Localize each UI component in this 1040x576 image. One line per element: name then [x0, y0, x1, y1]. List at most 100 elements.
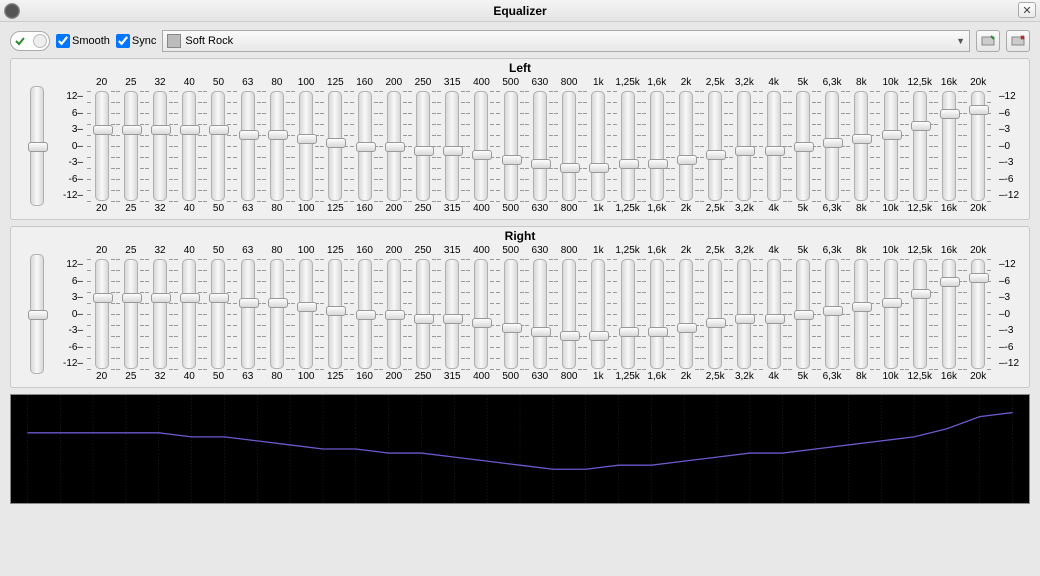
band-slider-right-80[interactable] — [270, 259, 284, 369]
band-label-top: 4k — [768, 245, 779, 257]
band-slider-right-800[interactable] — [562, 259, 576, 369]
band-slider-left-250[interactable] — [416, 91, 430, 201]
band-slider-right-2,5k[interactable] — [708, 259, 722, 369]
preset-dropdown[interactable]: Soft Rock ▼ — [162, 30, 970, 52]
band-slider-left-200[interactable] — [387, 91, 401, 201]
band-slider-right-25[interactable] — [124, 259, 138, 369]
band-label-bottom: 16k — [941, 371, 957, 383]
band-label-top: 20k — [970, 245, 986, 257]
band-slider-left-12,5k[interactable] — [913, 91, 927, 201]
band-right-125: 125125 — [321, 245, 350, 383]
band-slider-right-2k[interactable] — [679, 259, 693, 369]
master-gain-slider-right[interactable] — [30, 254, 44, 374]
band-slider-right-1k[interactable] — [591, 259, 605, 369]
band-slider-left-16k[interactable] — [942, 91, 956, 201]
band-slider-right-8k[interactable] — [854, 259, 868, 369]
band-label-top: 500 — [502, 245, 519, 257]
titlebar: Equalizer ✕ — [0, 0, 1040, 22]
band-slider-right-4k[interactable] — [767, 259, 781, 369]
band-slider-left-20k[interactable] — [971, 91, 985, 201]
band-slider-left-6,3k[interactable] — [825, 91, 839, 201]
band-slider-left-125[interactable] — [328, 91, 342, 201]
band-label-bottom: 16k — [941, 203, 957, 215]
band-label-top: 80 — [271, 245, 282, 257]
band-label-top: 630 — [532, 245, 549, 257]
smooth-label: Smooth — [72, 35, 110, 47]
band-slider-right-100[interactable] — [299, 259, 313, 369]
band-slider-left-8k[interactable] — [854, 91, 868, 201]
band-slider-right-3,2k[interactable] — [737, 259, 751, 369]
band-slider-right-5k[interactable] — [796, 259, 810, 369]
band-right-25: 2525 — [116, 245, 145, 383]
band-slider-left-800[interactable] — [562, 91, 576, 201]
band-label-top: 500 — [502, 77, 519, 89]
band-label-bottom: 5k — [798, 371, 809, 383]
band-slider-left-40[interactable] — [182, 91, 196, 201]
band-slider-right-63[interactable] — [241, 259, 255, 369]
band-label-top: 315 — [444, 77, 461, 89]
band-slider-right-160[interactable] — [358, 259, 372, 369]
band-slider-right-630[interactable] — [533, 259, 547, 369]
band-slider-right-32[interactable] — [153, 259, 167, 369]
band-slider-left-400[interactable] — [474, 91, 488, 201]
band-slider-left-1,25k[interactable] — [621, 91, 635, 201]
band-right-200: 200200 — [379, 245, 408, 383]
band-slider-left-160[interactable] — [358, 91, 372, 201]
band-slider-right-16k[interactable] — [942, 259, 956, 369]
band-slider-right-200[interactable] — [387, 259, 401, 369]
band-slider-right-40[interactable] — [182, 259, 196, 369]
band-slider-right-400[interactable] — [474, 259, 488, 369]
band-slider-right-315[interactable] — [445, 259, 459, 369]
band-slider-left-50[interactable] — [211, 91, 225, 201]
band-left-125: 125125 — [321, 77, 350, 215]
scale-left-right: 12–6–3–0–-3–-6–-12– — [57, 245, 87, 383]
band-label-bottom: 20 — [96, 203, 107, 215]
band-slider-right-50[interactable] — [211, 259, 225, 369]
band-slider-left-4k[interactable] — [767, 91, 781, 201]
band-slider-left-5k[interactable] — [796, 91, 810, 201]
band-left-1k: 1k1k — [584, 77, 613, 215]
band-slider-left-100[interactable] — [299, 91, 313, 201]
chevron-down-icon: ▼ — [956, 36, 965, 46]
sync-checkbox[interactable]: Sync — [116, 34, 156, 48]
band-slider-right-10k[interactable] — [884, 259, 898, 369]
band-slider-right-20k[interactable] — [971, 259, 985, 369]
enable-toggle[interactable] — [10, 31, 50, 51]
band-slider-left-315[interactable] — [445, 91, 459, 201]
band-slider-left-25[interactable] — [124, 91, 138, 201]
band-slider-left-1,6k[interactable] — [650, 91, 664, 201]
band-label-top: 125 — [327, 77, 344, 89]
band-label-bottom: 25 — [125, 371, 136, 383]
band-slider-left-32[interactable] — [153, 91, 167, 201]
band-slider-left-20[interactable] — [95, 91, 109, 201]
master-gain-slider-left[interactable] — [30, 86, 44, 206]
band-slider-left-63[interactable] — [241, 91, 255, 201]
band-slider-left-10k[interactable] — [884, 91, 898, 201]
band-slider-left-630[interactable] — [533, 91, 547, 201]
band-slider-left-2,5k[interactable] — [708, 91, 722, 201]
band-label-top: 800 — [561, 77, 578, 89]
band-slider-left-2k[interactable] — [679, 91, 693, 201]
band-slider-left-1k[interactable] — [591, 91, 605, 201]
band-label-top: 12,5k — [908, 245, 932, 257]
delete-preset-button[interactable] — [1006, 30, 1030, 52]
band-slider-right-250[interactable] — [416, 259, 430, 369]
band-label-top: 50 — [213, 245, 224, 257]
band-slider-left-3,2k[interactable] — [737, 91, 751, 201]
save-preset-button[interactable] — [976, 30, 1000, 52]
band-slider-left-80[interactable] — [270, 91, 284, 201]
band-slider-left-500[interactable] — [504, 91, 518, 201]
band-slider-right-1,25k[interactable] — [621, 259, 635, 369]
band-slider-right-125[interactable] — [328, 259, 342, 369]
band-left-800: 800800 — [555, 77, 584, 215]
band-slider-right-20[interactable] — [95, 259, 109, 369]
band-slider-right-6,3k[interactable] — [825, 259, 839, 369]
band-slider-right-500[interactable] — [504, 259, 518, 369]
band-label-bottom: 315 — [444, 203, 461, 215]
band-label-bottom: 1k — [593, 371, 604, 383]
band-slider-right-1,6k[interactable] — [650, 259, 664, 369]
bands-left: 2020252532324040505063638080100100125125… — [87, 77, 993, 215]
band-slider-right-12,5k[interactable] — [913, 259, 927, 369]
smooth-checkbox[interactable]: Smooth — [56, 34, 110, 48]
window-close-button[interactable]: ✕ — [1018, 2, 1036, 18]
